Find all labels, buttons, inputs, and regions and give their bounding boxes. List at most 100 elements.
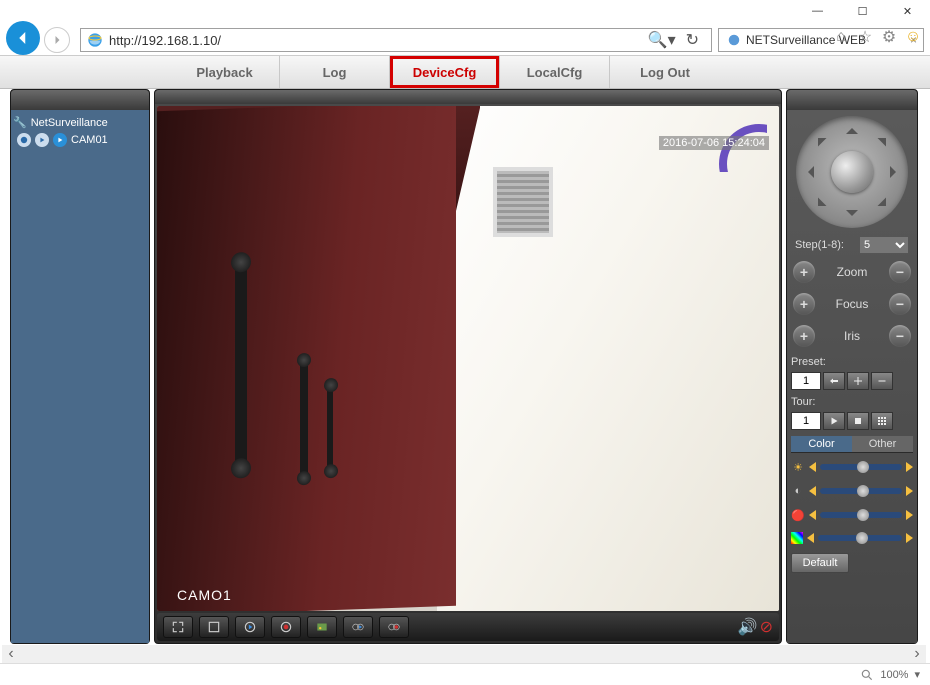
tree-root-node[interactable]: 🔧 NetSurveillance — [13, 114, 147, 131]
step-label: Step(1-8): — [795, 239, 844, 251]
menu-devicecfg[interactable]: DeviceCfg — [390, 56, 500, 88]
video-camera-label: CAMO1 — [177, 587, 232, 603]
menu-log[interactable]: Log — [280, 56, 390, 88]
focus-label: Focus — [836, 297, 869, 311]
video-timestamp: 2016-07-06 15:24:04 — [659, 136, 769, 150]
other-tab[interactable]: Other — [852, 436, 913, 452]
ptz-center-button[interactable] — [831, 151, 873, 193]
smiley-icon[interactable]: ☺ — [904, 28, 922, 46]
sidebar-header — [11, 90, 149, 110]
brightness-dec-button[interactable] — [809, 462, 816, 472]
ptz-left-icon[interactable] — [802, 166, 814, 178]
contrast-dec-button[interactable] — [809, 486, 816, 496]
favorites-icon[interactable]: ☆ — [856, 28, 874, 46]
menu-localcfg[interactable]: LocalCfg — [500, 56, 610, 88]
nav-forward-button[interactable] — [44, 27, 70, 53]
saturation-icon: 🔴 — [791, 508, 805, 522]
refresh-icon[interactable]: ↻ — [686, 30, 699, 50]
hue-inc-button[interactable] — [906, 533, 913, 543]
tour-label: Tour: — [791, 396, 913, 408]
video-feed[interactable]: 2016-07-06 15:24:04 CAMO1 — [157, 106, 779, 611]
zoom-level[interactable]: 100% — [880, 669, 908, 681]
step-select[interactable]: 5 — [859, 236, 909, 254]
window-maximize-button[interactable]: ☐ — [840, 0, 885, 22]
ptz-panel: Step(1-8): 5 + Zoom − + Focus − + Iris −… — [786, 89, 918, 644]
ie-icon — [87, 32, 103, 48]
zoom-dropdown-icon[interactable]: ▾ — [914, 668, 920, 681]
tour-edit-button[interactable] — [871, 412, 893, 430]
single-view-button[interactable] — [199, 616, 229, 638]
record-button[interactable] — [271, 616, 301, 638]
ptz-up-icon[interactable] — [846, 122, 858, 134]
url-input[interactable] — [109, 33, 642, 48]
mute-icon[interactable]: ⊘ — [760, 617, 773, 637]
scroll-left-icon[interactable]: ‹ — [2, 645, 20, 663]
menu-logout[interactable]: Log Out — [610, 56, 720, 88]
zoom-out-button[interactable]: − — [889, 261, 911, 283]
color-default-button[interactable]: Default — [791, 553, 849, 573]
address-bar[interactable]: 🔍▾ ↻ — [80, 28, 712, 52]
window-controls: — ☐ ✕ — [795, 0, 930, 22]
app-menu-bar: Playback Log DeviceCfg LocalCfg Log Out — [0, 55, 930, 89]
hue-slider[interactable] — [818, 535, 902, 541]
hue-dec-button[interactable] — [807, 533, 814, 543]
contrast-inc-button[interactable] — [906, 486, 913, 496]
preset-input[interactable] — [791, 372, 821, 390]
settings-gear-icon[interactable]: ⚙ — [880, 28, 898, 46]
tour-play-button[interactable] — [823, 412, 845, 430]
zoom-label: Zoom — [837, 265, 868, 279]
page-icon — [727, 33, 741, 47]
menu-playback[interactable]: Playback — [170, 56, 280, 88]
wrench-icon: 🔧 — [13, 116, 27, 129]
ptz-down-icon[interactable] — [846, 210, 858, 222]
focus-out-button[interactable]: − — [889, 293, 911, 315]
scroll-right-icon[interactable]: › — [908, 645, 926, 663]
nav-back-button[interactable] — [6, 21, 40, 55]
fullscreen-button[interactable] — [163, 616, 193, 638]
tour-stop-button[interactable] — [847, 412, 869, 430]
ptz-direction-wheel[interactable] — [796, 116, 908, 228]
saturation-inc-button[interactable] — [906, 510, 913, 520]
saturation-dec-button[interactable] — [809, 510, 816, 520]
ptz-right-icon[interactable] — [890, 166, 902, 178]
preset-goto-button[interactable] — [823, 372, 845, 390]
play-button[interactable] — [235, 616, 265, 638]
saturation-slider[interactable] — [820, 512, 902, 518]
color-tab[interactable]: Color — [791, 436, 852, 452]
preset-label: Preset: — [791, 356, 913, 368]
video-scene-placeholder — [157, 106, 779, 611]
iris-label: Iris — [844, 329, 860, 343]
window-minimize-button[interactable]: — — [795, 0, 840, 22]
brightness-inc-button[interactable] — [906, 462, 913, 472]
ptz-downright-icon[interactable] — [878, 198, 895, 215]
tour-input[interactable] — [791, 412, 821, 430]
ptz-downleft-icon[interactable] — [810, 198, 827, 215]
ptz-upleft-icon[interactable] — [810, 130, 827, 147]
preset-add-button[interactable] — [847, 372, 869, 390]
hue-icon — [791, 532, 803, 544]
window-close-button[interactable]: ✕ — [885, 0, 930, 22]
sound-controls[interactable]: 🔊 ⊘ — [738, 617, 773, 637]
search-dropdown-icon[interactable]: 🔍▾ — [648, 30, 676, 50]
all-play-button[interactable] — [343, 616, 373, 638]
brightness-slider[interactable] — [820, 464, 902, 470]
iris-close-button[interactable]: − — [889, 325, 911, 347]
preset-remove-button[interactable] — [871, 372, 893, 390]
home-icon[interactable]: ⌂ — [832, 28, 850, 46]
focus-in-button[interactable]: + — [793, 293, 815, 315]
zoom-icon[interactable] — [860, 668, 874, 682]
video-toolbar: 🔊 ⊘ — [157, 613, 779, 641]
snapshot-button[interactable] — [307, 616, 337, 638]
status-bar: 100% ▾ — [0, 663, 930, 685]
all-record-button[interactable] — [379, 616, 409, 638]
speaker-icon[interactable]: 🔊 — [738, 617, 758, 637]
tree-camera-node[interactable]: CAM01 — [13, 131, 147, 149]
zoom-in-button[interactable]: + — [793, 261, 815, 283]
iris-open-button[interactable]: + — [793, 325, 815, 347]
ptz-upright-icon[interactable] — [878, 130, 895, 147]
contrast-slider[interactable] — [820, 488, 902, 494]
video-pane: 2016-07-06 15:24:04 CAMO1 🔊 ⊘ — [154, 89, 782, 644]
horizontal-scrollbar[interactable]: ‹ › — [2, 645, 926, 663]
play-circle-icon — [53, 133, 67, 147]
main-content: 🔧 NetSurveillance CAM01 — [10, 89, 918, 644]
